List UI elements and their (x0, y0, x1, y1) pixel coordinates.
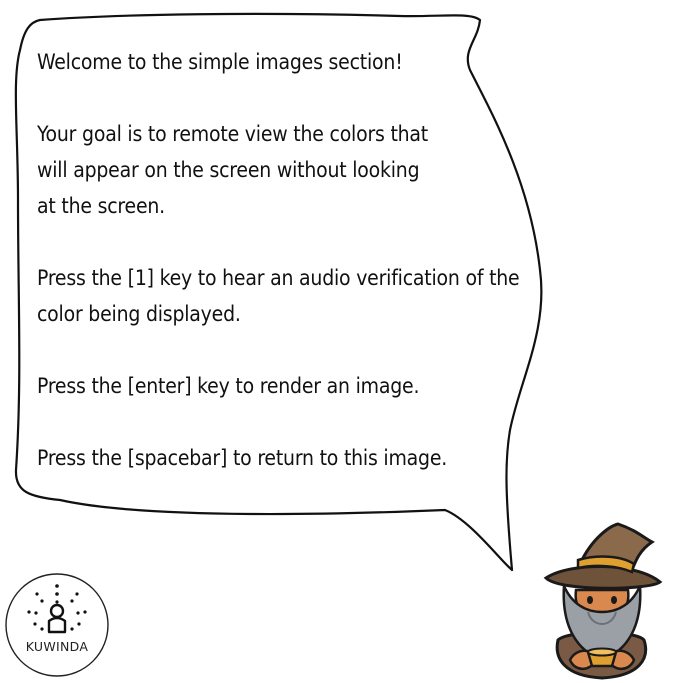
spacebar-line: Press the [spacebar] to return to this i… (37, 446, 448, 470)
enter-line: Press the [enter] key to render an image… (37, 374, 420, 398)
scene: Welcome to the simple images section! Yo… (0, 0, 683, 683)
logo-label: KUWINDA (25, 639, 89, 654)
welcome-line: Welcome to the simple images section! (37, 50, 403, 74)
goal-line-3: at the screen. (37, 194, 165, 218)
instructions-text: Welcome to the simple images section! Yo… (37, 44, 537, 476)
wizard-character-icon (543, 522, 663, 680)
audio-line-2: color being displayed. (37, 302, 241, 326)
kuwinda-logo-icon (5, 573, 109, 677)
goal-line-1: Your goal is to remote view the colors t… (37, 122, 429, 146)
audio-line-1: Press the [1] key to hear an audio verif… (37, 266, 520, 290)
goal-line-2: will appear on the screen without lookin… (37, 158, 420, 182)
